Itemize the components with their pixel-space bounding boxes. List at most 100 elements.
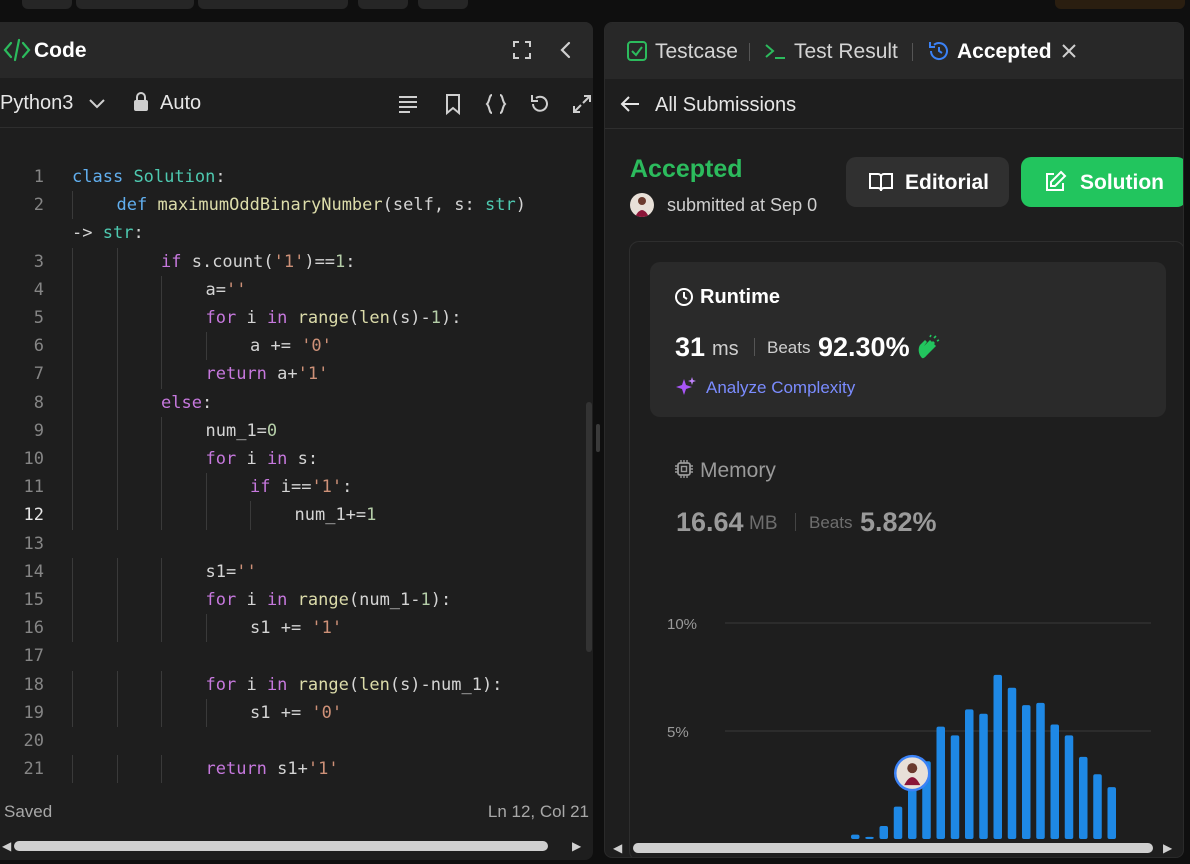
code-line[interactable]: 21 return s1+'1' xyxy=(0,755,593,784)
reset-icon[interactable] xyxy=(528,92,552,116)
line-number: 10 xyxy=(23,449,44,469)
distribution-bar[interactable] xyxy=(1064,735,1074,839)
distribution-bar[interactable] xyxy=(908,787,917,839)
collapse-chevron-icon[interactable] xyxy=(554,38,578,62)
code-line[interactable]: 17 xyxy=(0,642,593,670)
code-line[interactable]: -> str: xyxy=(0,219,593,247)
code-line[interactable]: 11 if i=='1': xyxy=(0,473,593,502)
distribution-bar[interactable] xyxy=(993,674,1003,839)
code-line[interactable]: 5 for i in range(len(s)-1): xyxy=(0,304,593,333)
indent-guide xyxy=(161,332,162,361)
code-line[interactable]: 1 class Solution: xyxy=(0,163,593,191)
tab-accepted[interactable]: Accepted xyxy=(957,40,1052,64)
code-line[interactable]: 19 s1 += '0' xyxy=(0,698,593,727)
bookmark-icon[interactable] xyxy=(441,92,465,116)
distribution-bar[interactable] xyxy=(1050,724,1060,839)
scroll-left-arrow-icon[interactable]: ◀ xyxy=(613,841,622,855)
code-editor[interactable]: 1 class Solution: 2 def maximumOddBinaryNum… xyxy=(0,129,593,789)
top-pill xyxy=(22,0,72,9)
indent-guide xyxy=(116,332,118,361)
your-submission-marker[interactable] xyxy=(894,754,931,792)
runtime-title: Runtime xyxy=(700,286,780,308)
line-number: 21 xyxy=(23,759,44,780)
line-number: 1 xyxy=(33,167,44,187)
code-line[interactable]: 2 def maximumOddBinaryNumber(self, s: str… xyxy=(0,191,593,220)
indent-guide xyxy=(161,416,162,445)
tab-testcase[interactable]: Testcase xyxy=(655,40,738,64)
code-line[interactable]: 9 num_1=0 xyxy=(0,416,593,445)
indent-guide xyxy=(205,698,207,727)
code-line[interactable]: 3 if s.count('1')==1: xyxy=(0,247,593,276)
code-line[interactable]: 18 for i in range(len(s)-num_1): xyxy=(0,670,593,699)
scroll-left-arrow-icon[interactable]: ◀ xyxy=(2,839,11,853)
avatar[interactable] xyxy=(630,193,654,217)
tab-test-result[interactable]: Test Result xyxy=(794,40,898,64)
code-line[interactable]: 14 s1='' xyxy=(0,557,593,586)
format-icon[interactable] xyxy=(396,92,420,116)
code-line[interactable]: 8 else: xyxy=(0,388,593,417)
indent-guide xyxy=(72,191,73,220)
code-line[interactable]: 16 s1 += '1' xyxy=(0,614,593,643)
braces-icon[interactable] xyxy=(484,92,508,116)
tab-separator xyxy=(749,43,750,61)
indent-guide xyxy=(161,557,162,586)
distribution-bar[interactable] xyxy=(893,806,903,839)
code-line[interactable]: 20 xyxy=(0,727,593,755)
indent-guide xyxy=(72,670,73,699)
distribution-bar[interactable] xyxy=(1093,774,1102,839)
distribution-bar[interactable] xyxy=(1107,787,1117,839)
runtime-distribution-chart[interactable]: 10% 5% xyxy=(645,593,1165,839)
result-horizontal-scrollbar[interactable]: ◀ ▶ xyxy=(605,837,1183,857)
code-line[interactable]: 10 for i in s: xyxy=(0,445,593,474)
scroll-thumb[interactable] xyxy=(633,843,1153,853)
distribution-bar[interactable] xyxy=(979,713,988,839)
analyze-complexity-link[interactable]: Analyze Complexity xyxy=(706,378,855,398)
line-number: 8 xyxy=(33,392,44,413)
indent-guide xyxy=(116,557,118,586)
clock-icon xyxy=(675,288,693,306)
distribution-bar[interactable] xyxy=(1007,687,1017,839)
code-line[interactable]: 4 a='' xyxy=(0,275,593,304)
distribution-bar[interactable] xyxy=(1079,756,1088,839)
expand-icon[interactable] xyxy=(570,92,593,116)
code-text: if s.count('1')==1: xyxy=(161,251,356,272)
code-line[interactable]: 6 a += '0' xyxy=(0,332,593,361)
distribution-bar[interactable] xyxy=(936,726,946,839)
indent-guide xyxy=(116,586,118,615)
chevron-down-icon[interactable] xyxy=(88,98,106,110)
runtime-beats-label: Beats xyxy=(767,338,811,357)
editor-horizontal-scrollbar[interactable]: ◀ ▶ xyxy=(0,834,593,858)
auto-mode-label[interactable]: Auto xyxy=(160,92,201,115)
panel-resize-handle[interactable] xyxy=(596,424,600,452)
scroll-right-arrow-icon[interactable]: ▶ xyxy=(572,839,581,853)
stat-separator xyxy=(795,513,796,531)
arrow-left-icon[interactable] xyxy=(619,93,641,115)
distribution-bar[interactable] xyxy=(965,709,974,839)
all-submissions-link[interactable]: All Submissions xyxy=(655,94,796,117)
code-text: s1='' xyxy=(205,561,257,582)
runtime-card[interactable]: Runtime 31 ms Beats 92.30% Analyze Compl… xyxy=(650,262,1166,417)
editorial-button[interactable]: Editorial xyxy=(846,157,1009,207)
code-text: def maximumOddBinaryNumber(self, s: str) xyxy=(116,195,526,216)
language-select[interactable]: Python3 xyxy=(0,92,73,115)
code-line[interactable]: 12 num_1+=1 xyxy=(0,501,593,530)
distribution-bar[interactable] xyxy=(1022,705,1031,839)
code-panel: Code Python3 Auto 1 class Solution: 2 de… xyxy=(0,22,593,860)
solution-button[interactable]: Solution xyxy=(1021,157,1183,207)
distribution-bar[interactable] xyxy=(1036,702,1045,839)
runtime-beats-percent: 92.30% xyxy=(818,332,910,362)
indent-guide xyxy=(116,304,118,333)
distribution-bar[interactable] xyxy=(950,735,960,839)
maximize-icon[interactable] xyxy=(510,38,534,62)
close-icon[interactable] xyxy=(1057,39,1081,63)
code-line[interactable]: 13 xyxy=(0,530,593,558)
code-text: a='' xyxy=(205,279,247,300)
code-text: -> str: xyxy=(72,223,144,244)
scroll-right-arrow-icon[interactable]: ▶ xyxy=(1163,841,1172,855)
saved-status: Saved xyxy=(4,802,53,821)
code-line[interactable]: 7 return a+'1' xyxy=(0,360,593,389)
editor-vertical-scrollbar[interactable] xyxy=(586,402,592,652)
memory-title[interactable]: Memory xyxy=(700,459,776,483)
code-line[interactable]: 15 for i in range(num_1-1): xyxy=(0,586,593,615)
scroll-thumb[interactable] xyxy=(14,841,548,851)
